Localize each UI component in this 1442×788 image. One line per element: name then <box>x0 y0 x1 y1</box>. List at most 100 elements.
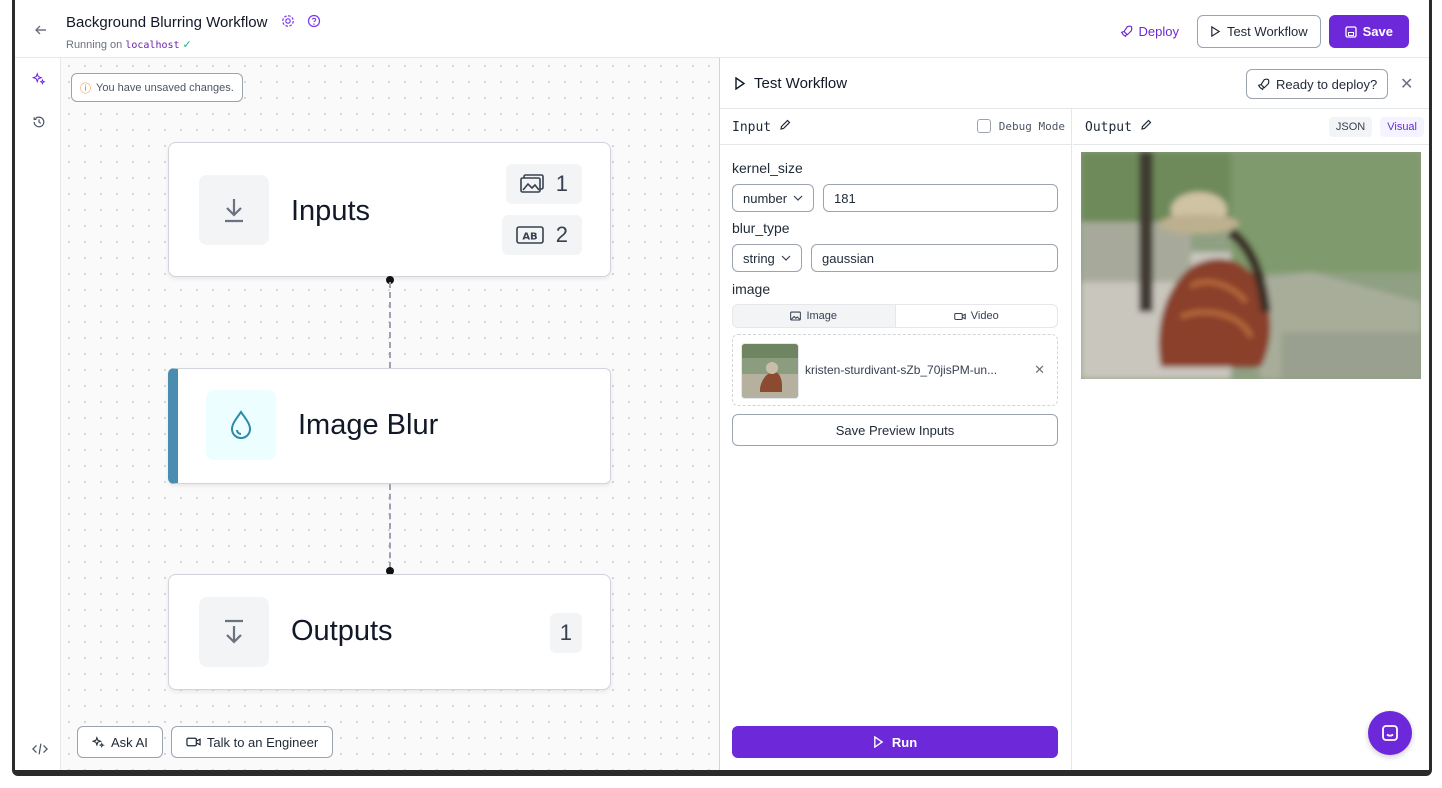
image-blur-node[interactable]: Image Blur <box>168 368 611 484</box>
download-icon <box>199 175 269 245</box>
blur-type-label: blur_type <box>732 220 790 236</box>
tab-image-label: Image <box>806 310 838 322</box>
outputs-node[interactable]: Outputs 1 <box>168 574 611 690</box>
ask-ai-label: Ask AI <box>111 734 148 750</box>
image-count: 1 <box>555 171 568 196</box>
host-name: localhost <box>125 40 180 51</box>
tab-json[interactable]: JSON <box>1328 117 1373 137</box>
play-icon <box>1211 26 1221 37</box>
rocket-icon <box>1257 78 1270 90</box>
debug-mode-label: Debug Mode <box>998 119 1065 133</box>
talk-to-engineer-button[interactable]: Talk to an Engineer <box>170 726 334 758</box>
check-icon: ✓ <box>182 39 192 51</box>
ask-ai-button[interactable]: Ask AI <box>77 726 163 758</box>
video-camera-icon <box>186 737 201 747</box>
svg-text:AB: AB <box>522 232 537 243</box>
warning-circle-icon: ⓘ <box>80 82 91 95</box>
pencil-edit-icon[interactable] <box>1140 119 1152 135</box>
left-rail <box>15 58 61 770</box>
save-button[interactable]: Save <box>1328 15 1409 48</box>
image-icon <box>790 311 802 321</box>
outputs-node-label: Outputs <box>291 615 393 647</box>
top-header: Background Blurring Workflow Running on … <box>15 0 1429 58</box>
image-blur-node-label: Image Blur <box>298 409 439 441</box>
output-header-text: Output <box>1085 119 1132 135</box>
inputs-node-label: Inputs <box>291 195 370 227</box>
tab-video[interactable]: Video <box>896 305 1058 327</box>
back-arrow-icon[interactable] <box>33 22 51 40</box>
save-preview-inputs-button[interactable]: Save Preview Inputs <box>732 414 1058 446</box>
debug-mode-toggle[interactable]: Debug Mode <box>976 119 1065 133</box>
rocket-icon <box>1121 25 1133 38</box>
chevron-down-icon <box>781 255 791 261</box>
close-icon[interactable]: ✕ <box>1400 74 1413 94</box>
play-icon <box>735 77 746 90</box>
deploy-label: Deploy <box>1138 24 1179 39</box>
kernel-size-type: number <box>743 190 788 206</box>
output-column: Output JSON Visual <box>1073 109 1429 770</box>
test-workflow-button[interactable]: Test Workflow <box>1196 15 1321 48</box>
app-window: Background Blurring Workflow Running on … <box>12 0 1432 776</box>
remove-file-icon[interactable]: ✕ <box>1034 362 1045 378</box>
play-icon <box>874 736 884 748</box>
save-disk-icon <box>1344 25 1357 38</box>
edge-inputs-blur <box>389 282 391 368</box>
talk-to-engineer-label: Talk to an Engineer <box>206 734 319 750</box>
ready-to-deploy-label: Ready to deploy? <box>1276 76 1378 92</box>
run-button[interactable]: Run <box>732 726 1058 758</box>
panel-title: Test Workflow <box>734 75 847 92</box>
help-question-icon[interactable] <box>307 14 321 33</box>
media-type-toggle: Image Video <box>732 304 1058 328</box>
file-thumbnail <box>741 343 799 399</box>
tab-visual[interactable]: Visual <box>1380 117 1424 137</box>
sparkle-ai-icon[interactable] <box>31 72 46 89</box>
unsaved-changes-notice: ⓘ You have unsaved changes. <box>71 73 243 102</box>
text-count: 2 <box>555 222 568 247</box>
deploy-button[interactable]: Deploy <box>1110 16 1188 48</box>
image-field-label: image <box>732 281 771 297</box>
blur-type-type-select[interactable]: string <box>732 244 802 272</box>
ready-to-deploy-button[interactable]: Ready to deploy? <box>1246 69 1389 99</box>
workflow-canvas[interactable]: ⓘ You have unsaved changes. Inputs 1 AB … <box>61 58 719 770</box>
unsaved-text: You have unsaved changes. <box>96 81 234 94</box>
sparkle-icon <box>92 735 105 748</box>
file-name: kristen-sturdivant-sZb_70jisPM-un... <box>805 363 998 377</box>
debug-mode-checkbox[interactable] <box>976 119 991 133</box>
tab-image[interactable]: Image <box>733 305 896 327</box>
settings-gear-icon[interactable] <box>281 14 295 33</box>
inputs-node[interactable]: Inputs 1 AB 2 <box>168 142 611 277</box>
video-camera-icon <box>954 312 966 320</box>
input-column: Input Debug Mode kernel_size number 181 … <box>720 109 1072 770</box>
test-workflow-panel: Test Workflow Ready to deploy? ✕ Input D… <box>719 58 1429 770</box>
output-count: 1 <box>559 620 572 645</box>
blur-type-input[interactable]: gaussian <box>811 244 1058 272</box>
output-image <box>1081 152 1421 379</box>
run-label: Run <box>891 734 918 750</box>
input-header: Input <box>732 119 791 135</box>
output-header: Output <box>1085 119 1152 135</box>
workflow-title: Background Blurring Workflow <box>66 14 268 31</box>
output-count-badge: 1 <box>549 613 582 653</box>
chevron-down-icon <box>793 195 803 201</box>
pencil-edit-icon[interactable] <box>779 119 791 135</box>
kernel-size-input[interactable]: 181 <box>823 184 1058 212</box>
text-input-count-badge: AB 2 <box>501 215 582 255</box>
image-icon <box>519 174 544 193</box>
download-to-line-icon <box>199 597 269 667</box>
text-ab-icon: AB <box>515 226 544 244</box>
history-icon[interactable] <box>32 115 46 132</box>
uploaded-file: kristen-sturdivant-sZb_70jisPM-un... ✕ <box>732 334 1058 406</box>
save-label: Save <box>1362 24 1393 39</box>
kernel-size-type-select[interactable]: number <box>732 184 815 212</box>
running-prefix: Running on <box>66 39 123 51</box>
input-header-text: Input <box>732 119 772 135</box>
droplet-icon <box>206 390 276 460</box>
blur-type-type: string <box>743 250 775 266</box>
code-icon[interactable] <box>32 742 48 759</box>
kernel-size-label: kernel_size <box>732 160 803 176</box>
chat-support-icon[interactable] <box>1368 711 1412 755</box>
panel-title-text: Test Workflow <box>754 75 848 92</box>
running-status: Running on localhost ✓ <box>66 38 192 51</box>
test-workflow-label: Test Workflow <box>1226 24 1308 39</box>
edge-blur-outputs <box>389 484 391 568</box>
